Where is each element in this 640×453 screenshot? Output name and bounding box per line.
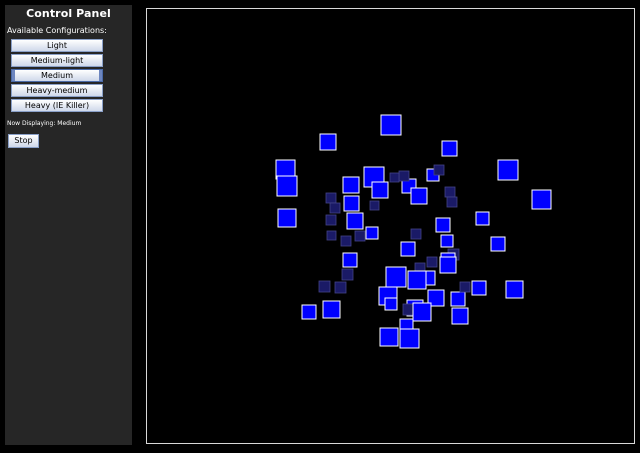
config-heavy-button[interactable]: Heavy (IE Killer): [11, 99, 103, 112]
stop-button[interactable]: Stop: [8, 134, 39, 148]
squares-canvas: [275, 114, 552, 349]
square-30: [475, 211, 490, 226]
config-medium-light-button[interactable]: Medium-light: [11, 54, 103, 67]
square-3: [497, 159, 519, 181]
animation-stage: [146, 8, 635, 444]
square-19: [329, 202, 341, 214]
square-32: [410, 228, 422, 240]
config-medium-button[interactable]: Medium: [11, 69, 103, 82]
configurations-list: Light Medium-light Medium Heavy-medium H…: [5, 39, 132, 112]
square-29: [435, 217, 451, 233]
square-26: [325, 214, 337, 226]
configurations-label: Available Configurations:: [7, 26, 107, 35]
square-11: [410, 187, 428, 205]
square-21: [369, 200, 380, 211]
square-54: [471, 280, 487, 296]
panel-title: Control Panel: [26, 7, 111, 20]
square-9: [371, 181, 389, 199]
square-51: [402, 303, 415, 316]
square-17: [446, 196, 458, 208]
square-46: [334, 281, 347, 294]
square-57: [301, 304, 317, 320]
square-20: [343, 195, 360, 212]
square-42: [385, 266, 407, 288]
square-5: [531, 189, 552, 210]
square-37: [439, 256, 457, 274]
now-displaying-status: Now Displaying: Medium: [7, 120, 82, 127]
square-33: [400, 241, 416, 257]
square-44: [341, 268, 354, 281]
square-55: [505, 280, 524, 299]
square-13: [433, 164, 445, 176]
square-34: [440, 234, 454, 248]
square-22: [277, 208, 297, 228]
square-61: [379, 327, 399, 347]
square-59: [412, 302, 432, 322]
square-45: [318, 280, 331, 293]
square-27: [326, 230, 337, 241]
square-15: [389, 172, 400, 183]
control-panel: Control Panel Available Configurations: …: [5, 5, 132, 445]
square-23: [346, 212, 364, 230]
square-1: [319, 133, 337, 151]
square-25: [354, 230, 366, 242]
square-56: [322, 300, 341, 319]
square-43: [342, 252, 358, 268]
square-0: [380, 114, 402, 136]
square-31: [490, 236, 506, 252]
square-41: [407, 270, 427, 290]
square-58: [451, 307, 469, 325]
square-52: [450, 291, 466, 307]
square-18: [325, 192, 337, 204]
square-28: [340, 235, 352, 247]
square-48: [384, 297, 398, 311]
square-62: [399, 328, 420, 349]
config-heavy-medium-button[interactable]: Heavy-medium: [11, 84, 103, 97]
square-16: [444, 186, 456, 198]
square-24: [365, 226, 379, 240]
square-7: [342, 176, 360, 194]
config-light-button[interactable]: Light: [11, 39, 103, 52]
square-38: [426, 256, 438, 268]
square-53: [459, 281, 471, 293]
square-6: [276, 175, 298, 197]
square-14: [398, 170, 410, 182]
square-2: [441, 140, 458, 157]
